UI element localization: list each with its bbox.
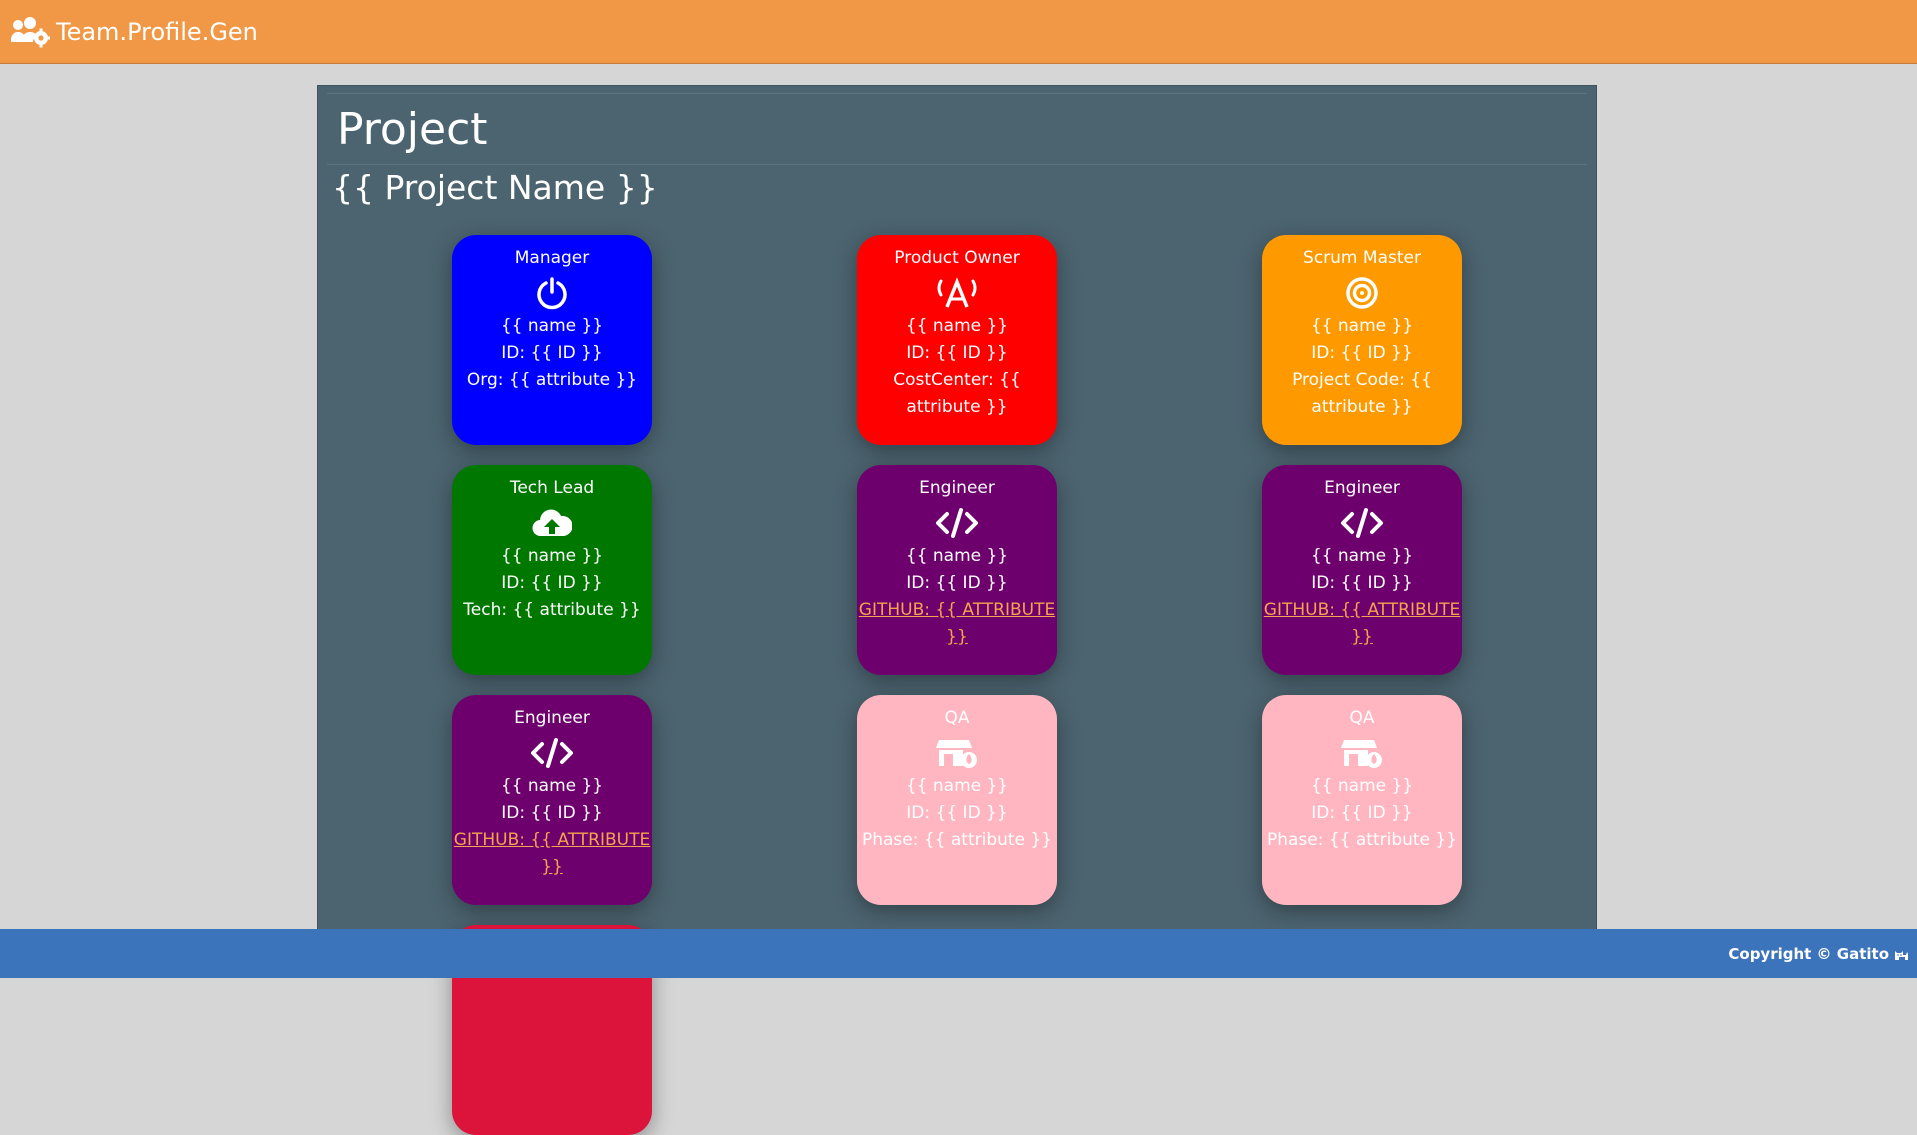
card-name: {{ name }} bbox=[500, 546, 604, 566]
card-engineer: Engineer {{ name }} ID: {{ ID }} GITHUB:… bbox=[452, 695, 652, 905]
store-fire-icon bbox=[1262, 733, 1462, 773]
divider bbox=[327, 164, 1587, 165]
card-id: ID: {{ ID }} bbox=[1311, 343, 1413, 363]
card-id: ID: {{ ID }} bbox=[1311, 573, 1413, 593]
card-attribute: Phase: {{ attribute }} bbox=[1266, 830, 1458, 850]
card-id: ID: {{ ID }} bbox=[501, 343, 603, 363]
card-attribute: CostCenter: {{ attribute }} bbox=[893, 370, 1021, 417]
card-id: ID: {{ ID }} bbox=[906, 573, 1008, 593]
github-link[interactable]: GITHUB: {{ ATTRIBUTE }} bbox=[859, 600, 1055, 647]
github-link[interactable]: GITHUB: {{ ATTRIBUTE }} bbox=[454, 830, 650, 877]
power-icon bbox=[452, 273, 652, 313]
card-attribute: Tech: {{ attribute }} bbox=[463, 600, 641, 620]
cloud-upload-icon bbox=[452, 503, 652, 543]
card-name: {{ name }} bbox=[1310, 316, 1414, 336]
card-engineer: Engineer {{ name }} ID: {{ ID }} GITHUB:… bbox=[1262, 465, 1462, 675]
card-product-owner: Product Owner {{ name }} ID: {{ ID }} Co… bbox=[857, 235, 1057, 445]
navbar: Team.Profile.Gen bbox=[0, 0, 1917, 64]
code-icon bbox=[1262, 503, 1462, 543]
code-icon bbox=[452, 733, 652, 773]
users-cog-icon bbox=[10, 16, 50, 48]
card-role: QA bbox=[1349, 708, 1375, 728]
card-attribute: Project Code: {{ attribute }} bbox=[1292, 370, 1432, 417]
cat-icon bbox=[1893, 946, 1909, 962]
card-name: {{ name }} bbox=[500, 316, 604, 336]
card-name: {{ name }} bbox=[1310, 776, 1414, 796]
card-name: {{ name }} bbox=[1310, 546, 1414, 566]
github-link[interactable]: GITHUB: {{ ATTRIBUTE }} bbox=[1264, 600, 1460, 647]
card-scrum-master: Scrum Master {{ name }} ID: {{ ID }} Pro… bbox=[1262, 235, 1462, 445]
card-role: Engineer bbox=[514, 708, 590, 728]
card-role: Manager bbox=[514, 248, 590, 268]
card-name: {{ name }} bbox=[905, 776, 1009, 796]
team-container: Project {{ Project Name }} Manager {{ na… bbox=[317, 85, 1597, 1135]
card-id: ID: {{ ID }} bbox=[501, 803, 603, 823]
card-engineer: Engineer {{ name }} ID: {{ ID }} GITHUB:… bbox=[857, 465, 1057, 675]
card-id: ID: {{ ID }} bbox=[1311, 803, 1413, 823]
card-manager: Manager {{ name }} ID: {{ ID }} Org: {{ … bbox=[452, 235, 652, 445]
card-role: Engineer bbox=[919, 478, 995, 498]
card-qa: QA {{ name }} ID: {{ ID }} Phase: {{ att… bbox=[857, 695, 1057, 905]
brand-link[interactable]: Team.Profile.Gen bbox=[56, 18, 258, 46]
card-attribute: Phase: {{ attribute }} bbox=[861, 830, 1053, 850]
copyright-text: Copyright © Gatito bbox=[1728, 944, 1889, 963]
footer: Copyright © Gatito bbox=[0, 929, 1917, 978]
card-attribute: Org: {{ attribute }} bbox=[466, 370, 638, 390]
card-id: ID: {{ ID }} bbox=[906, 343, 1008, 363]
card-name: {{ name }} bbox=[905, 546, 1009, 566]
card-role: Scrum Master bbox=[1303, 248, 1421, 268]
card-role: Tech Lead bbox=[509, 478, 595, 498]
store-fire-icon bbox=[857, 733, 1057, 773]
card-qa: QA {{ name }} ID: {{ ID }} Phase: {{ att… bbox=[1262, 695, 1462, 905]
page-title: Project bbox=[337, 104, 488, 155]
card-role: QA bbox=[944, 708, 970, 728]
antenna-icon bbox=[857, 273, 1057, 313]
card-role: Product Owner bbox=[894, 248, 1020, 268]
card-role: Engineer bbox=[1324, 478, 1400, 498]
card-id: ID: {{ ID }} bbox=[906, 803, 1008, 823]
card-tech-lead: Tech Lead {{ name }} ID: {{ ID }} Tech: … bbox=[452, 465, 652, 675]
code-icon bbox=[857, 503, 1057, 543]
project-name: {{ Project Name }} bbox=[332, 168, 658, 207]
bullseye-icon bbox=[1262, 273, 1462, 313]
card-id: ID: {{ ID }} bbox=[501, 573, 603, 593]
divider bbox=[327, 93, 1587, 94]
card-name: {{ name }} bbox=[500, 776, 604, 796]
card-name: {{ name }} bbox=[905, 316, 1009, 336]
